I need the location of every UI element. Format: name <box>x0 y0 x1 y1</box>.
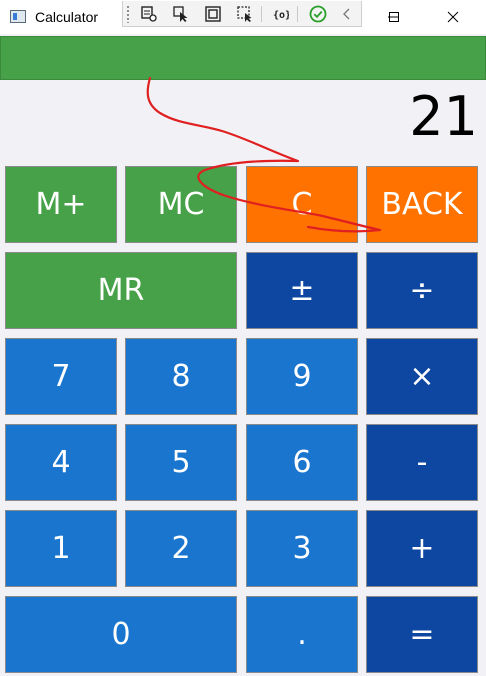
digit-7-button[interactable]: 7 <box>5 338 117 415</box>
app-icon <box>10 10 26 23</box>
memory-recall-button[interactable]: MR <box>5 252 237 329</box>
maximize-button[interactable] <box>371 0 417 34</box>
select-element-icon[interactable] <box>138 4 160 24</box>
decimal-point-button[interactable]: . <box>246 596 358 673</box>
window-title: Calculator <box>35 9 99 25</box>
memory-indicator-bar <box>0 36 486 80</box>
digit-4-button[interactable]: 4 <box>5 424 117 501</box>
collapse-icon[interactable] <box>336 4 358 24</box>
backspace-button[interactable]: BACK <box>366 166 478 243</box>
digit-1-button[interactable]: 1 <box>5 510 117 587</box>
digit-2-button[interactable]: 2 <box>125 510 237 587</box>
xaml-debug-toolbar: {o} <box>122 1 362 27</box>
clear-button[interactable]: C <box>246 166 358 243</box>
toolbar-grip-icon[interactable] <box>126 5 130 23</box>
digit-5-button[interactable]: 5 <box>125 424 237 501</box>
track-focus-icon[interactable] <box>234 4 256 24</box>
multiply-button[interactable]: × <box>366 338 478 415</box>
digit-3-button[interactable]: 3 <box>246 510 358 587</box>
digit-9-button[interactable]: 9 <box>246 338 358 415</box>
subtract-button[interactable]: - <box>366 424 478 501</box>
digit-0-button[interactable]: 0 <box>5 596 237 673</box>
title-bar: Calculator {o} <box>0 0 486 34</box>
memory-add-button[interactable]: M+ <box>5 166 117 243</box>
pointer-icon[interactable] <box>170 4 192 24</box>
display-layout-adorners-icon[interactable] <box>202 4 224 24</box>
add-button[interactable]: + <box>366 510 478 587</box>
negate-button[interactable]: ± <box>246 252 358 329</box>
divide-button[interactable]: ÷ <box>366 252 478 329</box>
close-button[interactable] <box>430 0 476 34</box>
digit-8-button[interactable]: 8 <box>125 338 237 415</box>
xaml-hot-reload-icon[interactable] <box>307 4 329 24</box>
svg-text:{o}: {o} <box>273 10 289 21</box>
memory-clear-button[interactable]: MC <box>125 166 237 243</box>
display-value: 21 <box>409 85 478 148</box>
digit-6-button[interactable]: 6 <box>246 424 358 501</box>
equals-button[interactable]: = <box>366 596 478 673</box>
binding-failures-icon[interactable]: {o} <box>269 4 291 24</box>
